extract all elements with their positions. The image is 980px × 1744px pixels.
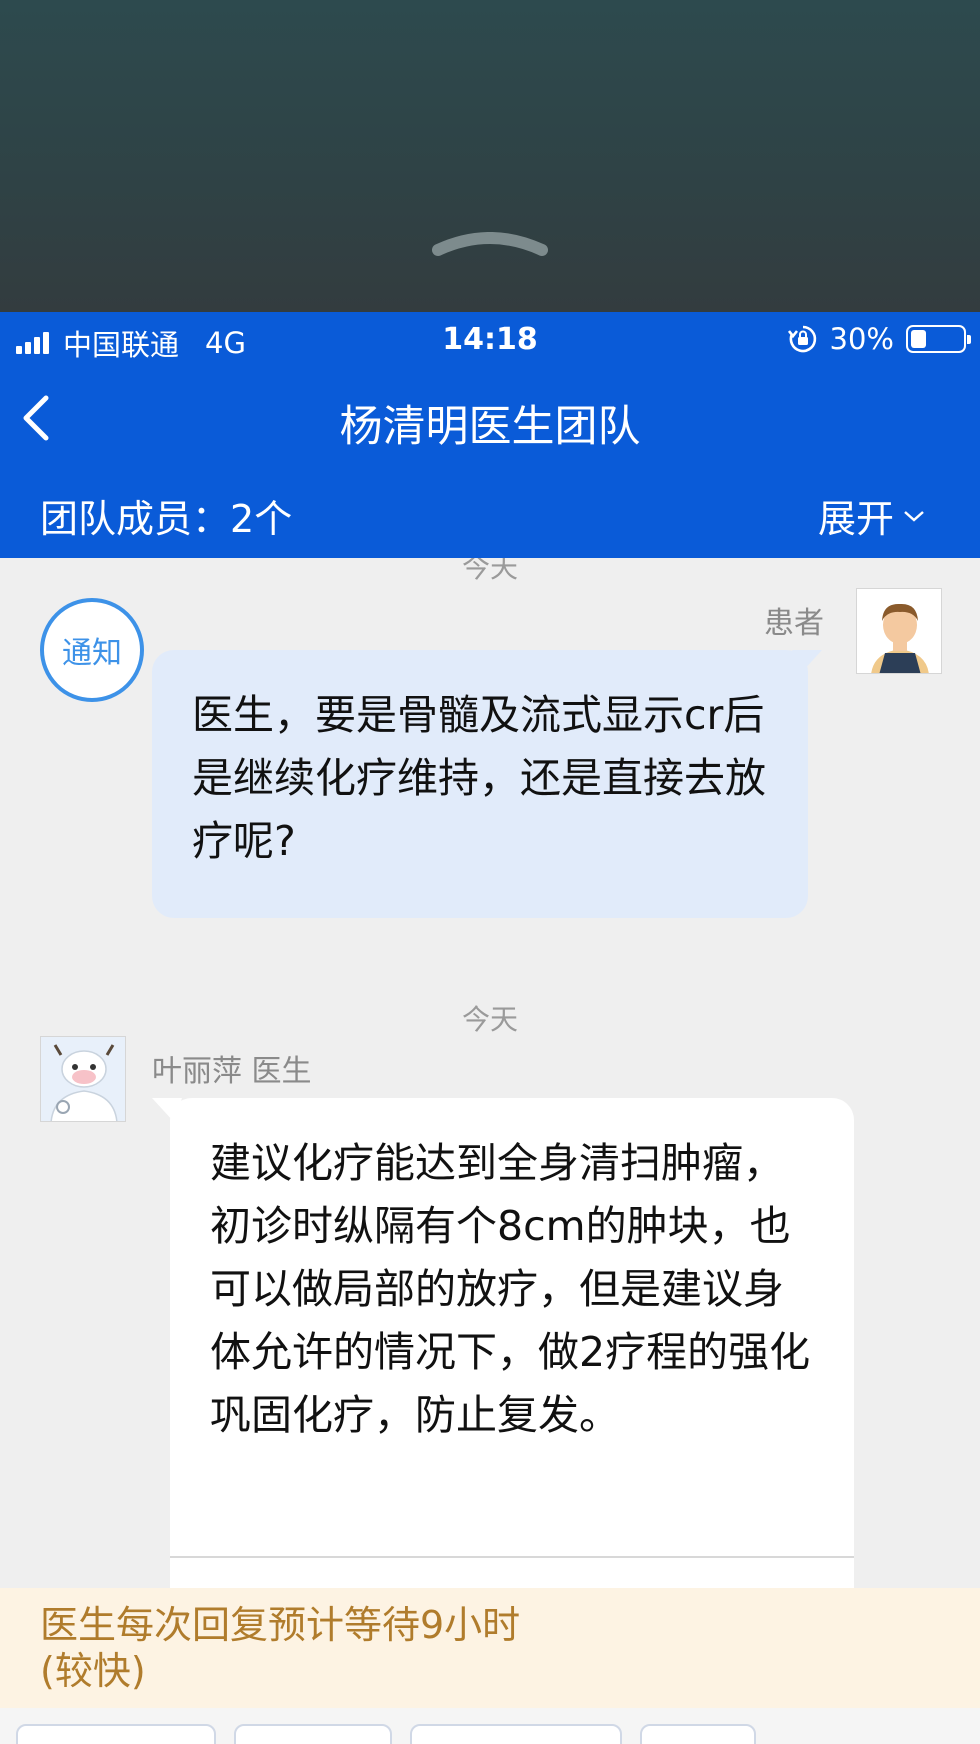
doctor-avatar[interactable]: [40, 1036, 126, 1122]
patient-avatar-icon: [857, 589, 941, 673]
page-title: 杨清明医生团队: [339, 402, 641, 452]
battery-icon: [906, 325, 971, 353]
doctor-avatar-icon: [41, 1037, 125, 1121]
doctor-message-text: 建议化疗能达到全身清扫肿瘤，初诊时纵隔有个8cm的肿块，也可以做局部的放疗，但是…: [210, 1139, 811, 1439]
expand-label: 展开: [817, 497, 894, 541]
bubble-tail: [792, 650, 822, 672]
sender-name-patient: 患者: [764, 606, 824, 641]
quick-action-chip[interactable]: [234, 1724, 392, 1744]
wait-banner-line2: (较快): [40, 1649, 146, 1693]
team-members-value: 2个: [230, 497, 293, 541]
message-time-label: 今天: [461, 558, 518, 584]
battery-fill: [911, 330, 926, 348]
bubble-divider: [170, 1556, 854, 1558]
message-time-label: 今天: [461, 1003, 518, 1036]
chevron-down-icon: [904, 510, 924, 522]
battery-percent: 30%: [829, 322, 894, 356]
dimmed-overlay[interactable]: [0, 0, 980, 312]
team-info-bar: 团队成员：2个 展开: [0, 468, 980, 558]
navigation-bar: 杨清明医生团队: [0, 368, 980, 468]
wait-banner-line1: 医生每次回复预计等待9小时: [40, 1603, 521, 1647]
patient-message-bubble[interactable]: 医生，要是骨髓及流式显示cr后是继续化疗维持，还是直接去放疗呢?: [152, 650, 822, 918]
quick-actions-row: [0, 1708, 980, 1744]
team-members-count: 团队成员：2个: [40, 488, 292, 543]
quick-action-chip[interactable]: [16, 1724, 216, 1744]
reply-wait-banner: 医生每次回复预计等待9小时 (较快): [0, 1588, 980, 1708]
sender-name-doctor: 叶丽萍 医生: [152, 1054, 312, 1089]
team-members-label: 团队成员：: [40, 497, 231, 541]
chat-area[interactable]: 今天 通知 患者 医生，要是骨髓及流式显示cr后是继续化疗维持，还是直接去放疗呢…: [0, 558, 980, 1588]
notice-badge[interactable]: 通知: [40, 598, 144, 702]
bubble-tail: [152, 1098, 182, 1122]
pull-handle-icon[interactable]: [430, 232, 550, 258]
patient-message-text: 医生，要是骨髓及流式显示cr后是继续化疗维持，还是直接去放疗呢?: [192, 691, 766, 865]
patient-avatar[interactable]: [856, 588, 942, 674]
quick-action-chip[interactable]: [640, 1724, 756, 1744]
doctor-message-bubble[interactable]: 建议化疗能达到全身清扫肿瘤，初诊时纵隔有个8cm的肿块，也可以做局部的放疗，但是…: [152, 1098, 854, 1588]
status-bar: 中国联通 4G 14:18 30%: [0, 312, 980, 368]
rotation-lock-icon: [787, 325, 816, 353]
expand-button[interactable]: 展开: [818, 488, 926, 543]
quick-action-chip[interactable]: [410, 1724, 622, 1744]
